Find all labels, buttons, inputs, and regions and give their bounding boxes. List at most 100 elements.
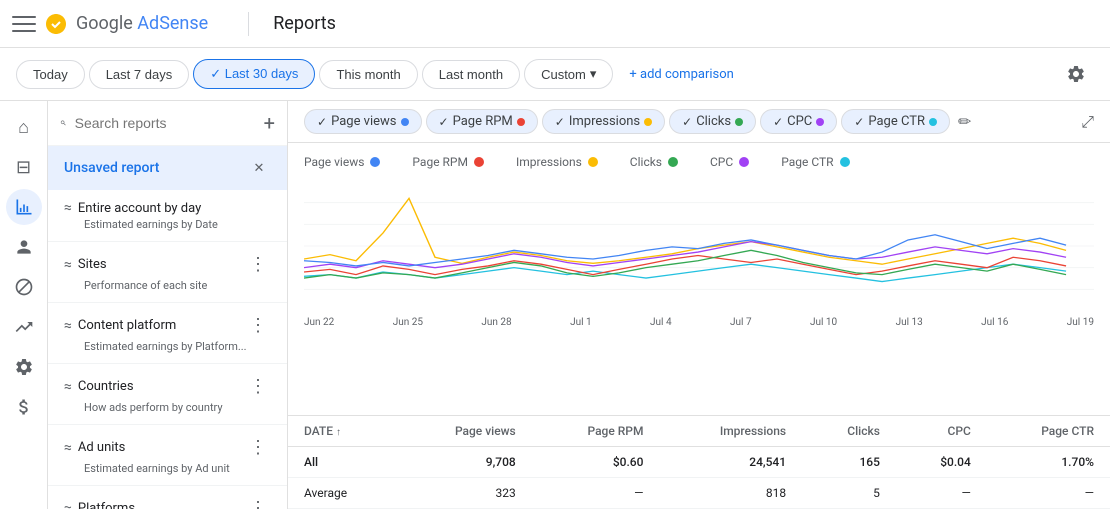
cell-date-average: Average <box>288 478 397 509</box>
cell-page-views-all: 9,708 <box>397 447 532 478</box>
edit-metrics-button[interactable]: ✏ <box>958 112 971 131</box>
report-title-platforms: Platforms <box>78 501 135 509</box>
table-row-all: All 9,708 $0.60 24,541 165 $0.04 1.70% <box>288 447 1110 478</box>
metric-dot-cpc <box>816 118 824 126</box>
nav-payments[interactable] <box>6 389 42 425</box>
nav-layers[interactable]: ⊟ <box>6 149 42 185</box>
metric-dot-impressions <box>644 118 652 126</box>
x-label-8: Jul 16 <box>981 317 1008 328</box>
brand-name: Google AdSense <box>76 13 208 34</box>
more-options-content-platform[interactable]: ⋮ <box>245 313 271 338</box>
legend-dot-cpc <box>739 157 749 167</box>
col-header-page-ctr[interactable]: Page CTR <box>987 416 1110 447</box>
report-icon-entire-account: ≈ <box>64 200 72 216</box>
metric-label-impressions: Impressions <box>569 114 640 129</box>
legend-label-impressions: Impressions <box>516 155 582 169</box>
cell-page-ctr-average: — <box>987 478 1110 509</box>
metric-tab-page-views[interactable]: ✓ Page views <box>304 109 422 134</box>
table-row-average: Average 323 — 818 5 — — <box>288 478 1110 509</box>
legend-impressions: Impressions <box>516 155 598 169</box>
hamburger-menu[interactable] <box>12 12 36 36</box>
close-unsaved-button[interactable]: ✕ <box>247 156 271 180</box>
more-options-ad-units[interactable]: ⋮ <box>245 435 271 460</box>
filter-lastmonth[interactable]: Last month <box>422 60 520 89</box>
sidebar-item-platforms[interactable]: ≈ Platforms ⋮ Estimated earnings by Plat… <box>48 486 287 509</box>
col-header-date[interactable]: DATE ↑ <box>288 416 397 447</box>
cell-page-ctr-all: 1.70% <box>987 447 1110 478</box>
cell-page-views-average: 323 <box>397 478 532 509</box>
legend-dot-page-ctr <box>840 157 850 167</box>
report-subtitle-sites: Performance of each site <box>84 279 271 292</box>
report-subtitle-content-platform: Estimated earnings by Platform... <box>84 340 271 353</box>
nav-reports[interactable] <box>6 189 42 225</box>
x-label-7: Jul 13 <box>896 317 923 328</box>
report-title-sites: Sites <box>78 257 107 272</box>
sidebar-item-entire-account[interactable]: ≈ Entire account by day Estimated earnin… <box>48 190 287 242</box>
nav-trend[interactable] <box>6 309 42 345</box>
unsaved-report-item[interactable]: Unsaved report ✕ <box>48 146 287 190</box>
legend-dot-clicks <box>668 157 678 167</box>
cell-cpc-average: — <box>896 478 987 509</box>
legend-page-rpm: Page RPM <box>412 155 484 169</box>
filter-last7[interactable]: Last 7 days <box>89 60 190 89</box>
legend-label-page-rpm: Page RPM <box>412 155 468 169</box>
sidebar-item-countries[interactable]: ≈ Countries ⋮ How ads perform by country <box>48 364 287 425</box>
metric-dot-page-ctr <box>929 118 937 126</box>
x-label-2: Jun 28 <box>481 317 511 328</box>
nav-settings[interactable] <box>6 349 42 385</box>
adsense-logo-icon <box>44 12 68 36</box>
col-header-page-views[interactable]: Page views <box>397 416 532 447</box>
x-label-6: Jul 10 <box>810 317 837 328</box>
col-header-impressions[interactable]: Impressions <box>659 416 802 447</box>
sidebar-item-content-platform[interactable]: ≈ Content platform ⋮ Estimated earnings … <box>48 303 287 364</box>
search-bar: + <box>48 101 287 146</box>
metric-tab-impressions[interactable]: ✓ Impressions <box>542 109 665 134</box>
add-comparison-btn[interactable]: + add comparison <box>617 61 745 88</box>
add-report-button[interactable]: + <box>264 109 275 137</box>
sort-icon-date: ↑ <box>336 427 341 438</box>
col-header-cpc[interactable]: CPC <box>896 416 987 447</box>
col-header-page-rpm[interactable]: Page RPM <box>532 416 660 447</box>
page-title: Reports <box>273 13 336 34</box>
settings-button[interactable] <box>1058 56 1094 92</box>
x-label-9: Jul 19 <box>1067 317 1094 328</box>
more-options-platforms[interactable]: ⋮ <box>245 496 271 509</box>
metric-label-cpc: CPC <box>787 114 812 129</box>
unsaved-report-label: Unsaved report <box>64 160 159 176</box>
filter-bar: Today Last 7 days Last 30 days This mont… <box>0 48 1110 101</box>
metric-tab-page-rpm[interactable]: ✓ Page RPM <box>426 109 538 134</box>
metric-label-page-views: Page views <box>331 114 396 129</box>
report-title-ad-units: Ad units <box>78 440 126 455</box>
more-options-countries[interactable]: ⋮ <box>245 374 271 399</box>
cell-impressions-average: 818 <box>659 478 802 509</box>
sidebar-item-ad-units[interactable]: ≈ Ad units ⋮ Estimated earnings by Ad un… <box>48 425 287 486</box>
expand-chart-button[interactable]: ⤢ <box>1081 112 1094 132</box>
cell-page-rpm-all: $0.60 <box>532 447 660 478</box>
chevron-down-icon: ▾ <box>590 66 597 82</box>
legend-page-ctr: Page CTR <box>781 155 849 169</box>
data-table: DATE ↑ Page views Page RPM Impressions C… <box>288 415 1110 509</box>
metric-dot-clicks <box>735 118 743 126</box>
filter-last30[interactable]: Last 30 days <box>193 59 315 89</box>
report-title-countries: Countries <box>78 379 134 394</box>
metric-label-page-rpm: Page RPM <box>453 114 513 129</box>
report-icon-ad-units: ≈ <box>64 440 72 456</box>
metric-tab-clicks[interactable]: ✓ Clicks <box>669 109 756 134</box>
search-input[interactable] <box>75 115 256 131</box>
metric-tab-page-ctr[interactable]: ✓ Page CTR <box>841 109 950 134</box>
report-icon-countries: ≈ <box>64 379 72 395</box>
left-nav: ⌂ ⊟ <box>0 101 48 509</box>
nav-home[interactable]: ⌂ <box>6 109 42 145</box>
nav-block[interactable] <box>6 269 42 305</box>
content-panel: ✓ Page views ✓ Page RPM ✓ Impressions ✓ … <box>288 101 1110 509</box>
x-label-3: Jul 1 <box>570 317 592 328</box>
more-options-sites[interactable]: ⋮ <box>245 252 271 277</box>
col-header-clicks[interactable]: Clicks <box>802 416 896 447</box>
sidebar-item-sites[interactable]: ≈ Sites ⋮ Performance of each site <box>48 242 287 303</box>
report-subtitle-entire-account: Estimated earnings by Date <box>84 218 271 231</box>
filter-thismonth[interactable]: This month <box>319 60 417 89</box>
filter-today[interactable]: Today <box>16 60 85 89</box>
nav-person[interactable] <box>6 229 42 265</box>
filter-custom[interactable]: Custom ▾ <box>524 59 613 89</box>
metric-tab-cpc[interactable]: ✓ CPC <box>760 109 837 134</box>
